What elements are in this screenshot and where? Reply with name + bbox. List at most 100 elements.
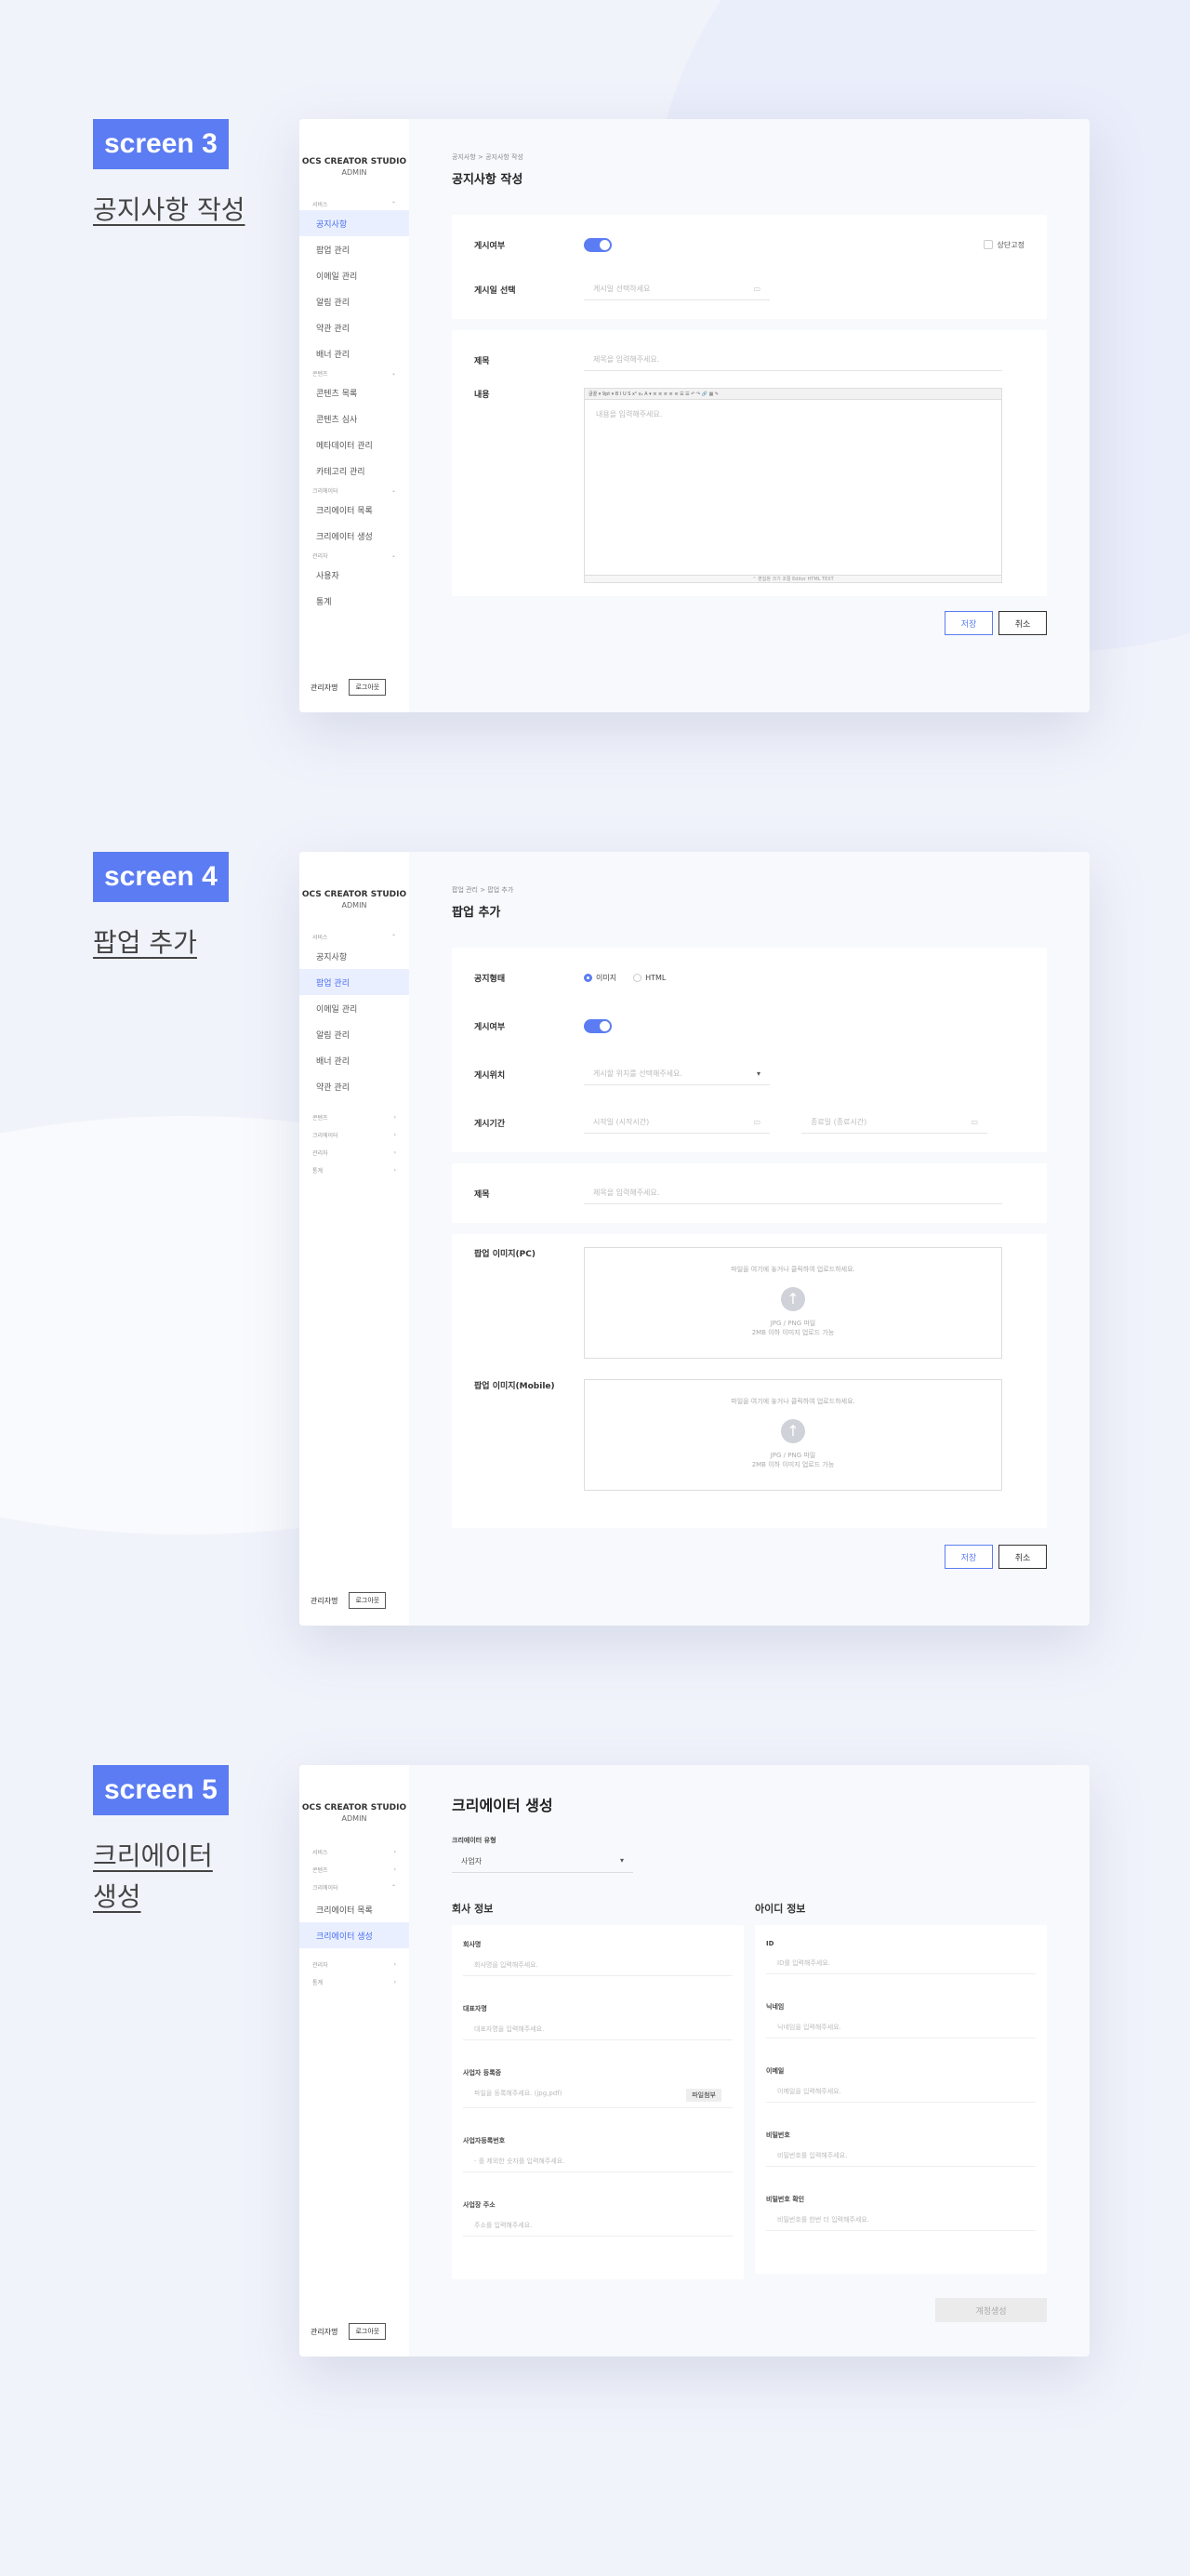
nav-item-email[interactable]: 이메일 관리 bbox=[299, 995, 409, 1021]
nav-item-banner[interactable]: 배너 관리 bbox=[299, 1047, 409, 1073]
nickname-input[interactable]: 닉네임을 입력해주세요. bbox=[766, 2017, 1036, 2038]
nav-item-content-review[interactable]: 콘텐츠 심사 bbox=[299, 405, 409, 432]
mobile-image-label: 팝업 이미지(Mobile) bbox=[474, 1382, 555, 1391]
screen-title: 팝업 추가 bbox=[93, 927, 197, 958]
nav-item-content-list[interactable]: 콘텐츠 목록 bbox=[299, 379, 409, 405]
logout-button[interactable]: 로그아웃 bbox=[349, 2323, 387, 2340]
pin-top-checkbox[interactable]: 상단고정 bbox=[983, 240, 1025, 250]
nav-group-stats[interactable]: 통계 › bbox=[299, 1162, 409, 1179]
business-number-input[interactable]: - 를 제외한 숫자를 입력해주세요. bbox=[463, 2151, 733, 2172]
nav-item-creator-list[interactable]: 크리에이터 목록 bbox=[299, 1896, 409, 1922]
create-account-button[interactable]: 계정생성 bbox=[935, 2298, 1047, 2322]
chevron-down-icon: ⌄ bbox=[390, 369, 396, 377]
nav-item-terms[interactable]: 약관 관리 bbox=[299, 314, 409, 340]
nav-group-content[interactable]: 콘텐츠 › bbox=[299, 1861, 409, 1879]
title-label: 제목 bbox=[474, 1189, 490, 1200]
nav-item-email[interactable]: 이메일 관리 bbox=[299, 262, 409, 288]
nav-item-popup[interactable]: 팝업 관리 bbox=[299, 236, 409, 262]
title-card: 제목 제목을 입력해주세요. bbox=[452, 1163, 1047, 1223]
nav-group-service[interactable]: 서비스 ⌃ bbox=[299, 197, 409, 210]
nav-item-notice[interactable]: 공지사항 bbox=[299, 943, 409, 969]
breadcrumb: 공지사항 > 공지사항 작성 bbox=[452, 153, 523, 161]
publish-toggle[interactable] bbox=[584, 237, 612, 252]
date-input[interactable]: 게시일 선택하세요 ▭ bbox=[584, 278, 770, 300]
id-input[interactable]: ID를 입력해주세요. bbox=[766, 1953, 1036, 1974]
type-radio-html[interactable]: HTML bbox=[633, 973, 666, 982]
rich-text-editor[interactable]: 글꼴 ▾ 9pt ▾ B I U S x² x₂ A ▾ ≡ ≡ ≡ ≡ ≡ ☰… bbox=[584, 388, 1002, 583]
admin-window: OCS CREATOR STUDIO ADMIN 서비스 ⌃ 공지사항 팝업 관리 … bbox=[299, 852, 1090, 1626]
editor-toolbar[interactable]: 글꼴 ▾ 9pt ▾ B I U S x² x₂ A ▾ ≡ ≡ ≡ ≡ ≡ ☰… bbox=[585, 389, 1001, 400]
chevron-right-icon: › bbox=[393, 1866, 396, 1873]
password-confirm-input[interactable]: 비밀번호를 한번 더 입력해주세요. bbox=[766, 2210, 1036, 2231]
end-date-input[interactable]: 종료일 (종료시간) ▭ bbox=[801, 1111, 987, 1134]
page-title: 공지사항 작성 bbox=[452, 173, 523, 187]
nav-group-stats[interactable]: 통계 › bbox=[299, 1973, 409, 1991]
content-label: 내용 bbox=[474, 391, 490, 400]
save-button[interactable]: 저장 bbox=[945, 611, 993, 635]
chevron-down-icon: ⌄ bbox=[390, 486, 396, 494]
cancel-button[interactable]: 취소 bbox=[998, 611, 1047, 635]
pc-image-dropzone[interactable]: 파일을 여기에 놓거나 클릭하여 업로드하세요. ↑ JPG / PNG 파일 2MB… bbox=[584, 1247, 1002, 1359]
ceo-name-input[interactable]: 대표자명을 입력해주세요. bbox=[463, 2019, 733, 2040]
nav-group-content[interactable]: 콘텐츠 ⌄ bbox=[299, 366, 409, 379]
start-date-input[interactable]: 시작일 (시작시간) ▭ bbox=[584, 1111, 770, 1134]
nav-item-metadata[interactable]: 메타데이터 관리 bbox=[299, 432, 409, 458]
company-name-input[interactable]: 회사명을 입력해주세요. bbox=[463, 1955, 733, 1976]
nav-item-notice[interactable]: 공지사항 bbox=[299, 210, 409, 236]
position-select[interactable]: 게시할 위치를 선택해주세요. ▾ bbox=[584, 1063, 770, 1085]
admin-name: 관리자명 bbox=[311, 1596, 338, 1605]
save-button[interactable]: 저장 bbox=[945, 1545, 993, 1569]
nav-group-content[interactable]: 콘텐츠 › bbox=[299, 1109, 409, 1126]
nav-item-users[interactable]: 사용자 bbox=[299, 562, 409, 588]
caret-down-icon: ▾ bbox=[756, 1069, 760, 1078]
nav-group-creator[interactable]: 크리에이터 › bbox=[299, 1126, 409, 1144]
company-section-title: 회사 정보 bbox=[452, 1903, 494, 1915]
business-license-input[interactable]: 파일을 등록해주세요. (jpg,pdf) 파일첨부 bbox=[463, 2083, 733, 2108]
nav-item-stats[interactable]: 통계 bbox=[299, 588, 409, 614]
screen-badge: screen 5 bbox=[93, 1765, 229, 1815]
logout-button[interactable]: 로그아웃 bbox=[349, 1592, 387, 1609]
calendar-icon: ▭ bbox=[971, 1118, 978, 1126]
mobile-image-dropzone[interactable]: 파일을 여기에 놓거나 클릭하여 업로드하세요. ↑ JPG / PNG 파일 2MB… bbox=[584, 1379, 1002, 1491]
type-radio-image[interactable]: 이미지 bbox=[584, 973, 616, 983]
nav-group-creator[interactable]: 크리에이터 ⌄ bbox=[299, 484, 409, 497]
email-input[interactable]: 이메일을 입력해주세요. bbox=[766, 2081, 1036, 2103]
nav-group-admin[interactable]: 관리자 › bbox=[299, 1144, 409, 1162]
title-input[interactable]: 제목을 입력해주세요. bbox=[584, 1182, 1002, 1204]
title-input[interactable]: 제목을 입력해주세요. bbox=[584, 349, 1002, 371]
nav-item-banner[interactable]: 배너 관리 bbox=[299, 340, 409, 366]
nav-group-creator[interactable]: 크리에이터 ⌃ bbox=[299, 1879, 409, 1896]
nav-item-creator-create[interactable]: 크리에이터 생성 bbox=[299, 523, 409, 549]
password-input[interactable]: 비밀번호를 입력해주세요. bbox=[766, 2145, 1036, 2167]
field-label: 사업자등록번호 bbox=[463, 2137, 506, 2144]
logout-button[interactable]: 로그아웃 bbox=[349, 679, 387, 696]
creator-type-select[interactable]: 사업자 ▾ bbox=[452, 1851, 633, 1873]
editor-footer[interactable]: ⌃ 편집창 크기 조절 Editor HTML TEXT bbox=[585, 575, 1001, 582]
nav-group-service[interactable]: 서비스 › bbox=[299, 1843, 409, 1861]
nav-group-service[interactable]: 서비스 ⌃ bbox=[299, 930, 409, 943]
nav-item-terms[interactable]: 약관 관리 bbox=[299, 1073, 409, 1099]
nav-group-admin[interactable]: 관리자 › bbox=[299, 1956, 409, 1973]
nav-item-popup[interactable]: 팝업 관리 bbox=[299, 969, 409, 995]
screen-title: 크리에이터 생성 bbox=[93, 1840, 213, 1912]
publish-label: 게시여부 bbox=[474, 241, 506, 251]
address-input[interactable]: 주소를 입력해주세요. bbox=[463, 2215, 733, 2237]
date-label: 게시일 선택 bbox=[474, 285, 516, 296]
logo: OCS CREATOR STUDIO ADMIN bbox=[301, 890, 407, 910]
nav-item-category[interactable]: 카테고리 관리 bbox=[299, 458, 409, 484]
admin-window: OCS CREATOR STUDIO ADMIN 서비스 ⌃ 공지사항 팝업 관리 … bbox=[299, 119, 1090, 712]
chevron-right-icon: › bbox=[393, 1979, 396, 1985]
nav-item-creator-list[interactable]: 크리에이터 목록 bbox=[299, 497, 409, 523]
chevron-right-icon: › bbox=[393, 1132, 396, 1138]
nav-item-alarm[interactable]: 알림 관리 bbox=[299, 288, 409, 314]
nav-item-alarm[interactable]: 알림 관리 bbox=[299, 1021, 409, 1047]
cancel-button[interactable]: 취소 bbox=[998, 1545, 1047, 1569]
file-attach-button[interactable]: 파일첨부 bbox=[686, 2089, 721, 2102]
sidebar: OCS CREATOR STUDIO ADMIN 서비스 ⌃ 공지사항 팝업 관리 … bbox=[299, 119, 409, 712]
publish-toggle[interactable] bbox=[584, 1018, 612, 1033]
company-card: 회사명 회사명을 입력해주세요. 대표자명 대표자명을 입력해주세요. 사업자 등록… bbox=[452, 1925, 744, 2279]
chevron-right-icon: › bbox=[393, 1849, 396, 1855]
nav-item-creator-create[interactable]: 크리에이터 생성 bbox=[299, 1922, 409, 1948]
editor-placeholder: 내용을 입력해주세요. bbox=[596, 410, 663, 418]
nav-group-admin[interactable]: 관리자 ⌄ bbox=[299, 549, 409, 562]
